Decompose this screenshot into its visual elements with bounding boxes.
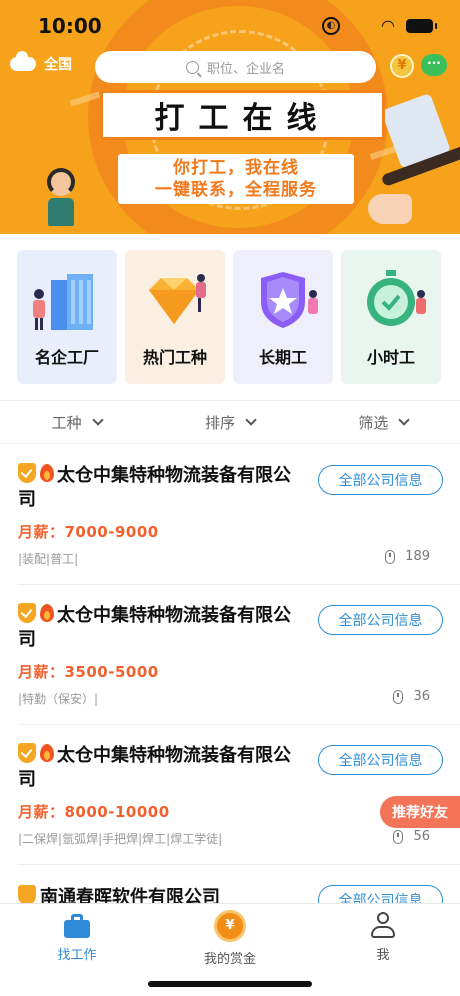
- view-count: 56: [413, 829, 430, 844]
- job-salary: 月薪：3500-5000: [18, 663, 159, 681]
- tab-my-bounty[interactable]: ¥ 我的赏金: [180, 910, 280, 967]
- job-tags: |特勤（保安）|: [18, 692, 99, 706]
- mouse-icon: [393, 689, 404, 704]
- category-label: 名企工厂: [34, 348, 99, 367]
- chevron-down-icon: [398, 413, 410, 426]
- view-count: 36: [413, 689, 430, 704]
- home-indicator: [148, 981, 312, 987]
- status-time: 10:00: [38, 14, 102, 38]
- verified-shield-icon: [18, 463, 36, 483]
- briefcase-icon: [64, 912, 90, 940]
- shield-star-icon: [261, 272, 318, 328]
- job-company: 太仓中集特种物流装备有限公司: [18, 463, 308, 512]
- chat-icon[interactable]: ···: [421, 54, 447, 76]
- job-views: 36: [393, 689, 430, 704]
- category-label: 热门工种: [142, 348, 207, 367]
- category-label: 小时工: [366, 348, 415, 367]
- tab-find-work[interactable]: 找工作: [27, 912, 127, 963]
- company-name: 太仓中集特种物流装备有限公司: [18, 605, 291, 650]
- search-placeholder: 职位、企业名: [206, 61, 285, 77]
- banner-subtitle: 你打工，我在线 一键联系，全程服务: [118, 154, 354, 204]
- job-card[interactable]: 太仓中集特种物流装备有限公司 全部公司信息 月薪：8000-10000 |二保焊…: [0, 725, 460, 865]
- status-bar: 10:00 ◐ ◠: [0, 10, 460, 40]
- mouse-icon: [393, 829, 404, 844]
- job-card[interactable]: 南通春晖软件有限公司 全部公司信息: [0, 865, 460, 905]
- filter-job-type[interactable]: 工种: [0, 401, 153, 443]
- company-name: 太仓中集特种物流装备有限公司: [18, 745, 291, 790]
- hot-fire-icon: [40, 604, 54, 622]
- verified-shield-icon: [18, 743, 36, 763]
- mouse-icon: [385, 549, 396, 564]
- user-icon: [370, 912, 396, 940]
- category-label: 长期工: [258, 348, 307, 367]
- hammer-illustration: [380, 92, 460, 196]
- city-selector[interactable]: 全国: [10, 51, 72, 74]
- stopwatch-icon: [367, 270, 426, 326]
- money-bag-icon: ¥: [214, 910, 246, 942]
- coin-icon[interactable]: ¥: [390, 54, 414, 78]
- job-salary: 月薪：7000-9000: [18, 523, 159, 541]
- company-info-button[interactable]: 全部公司信息: [318, 465, 443, 495]
- category-famous-factory[interactable]: 名企工厂: [17, 250, 117, 384]
- banner-subtitle-line1: 你打工，我在线: [173, 158, 299, 178]
- job-views: 56: [393, 829, 430, 844]
- factory-building-icon: [33, 274, 93, 330]
- job-tags: |二保焊|氩弧焊|手把焊|焊工|焊工学徒|: [18, 832, 223, 846]
- category-grid: 名企工厂 热门工种 长期工 小时工: [17, 250, 443, 384]
- filter-screen[interactable]: 筛选: [307, 401, 460, 443]
- job-company: 太仓中集特种物流装备有限公司: [18, 743, 308, 792]
- filter-label: 筛选: [358, 413, 389, 432]
- hero-banner[interactable]: 10:00 ◐ ◠ 全国 职位、企业名 ¥ ··· 打工在线 你打工，我在线 一…: [0, 0, 460, 234]
- job-salary: 月薪：8000-10000: [18, 803, 170, 821]
- verified-shield-icon: [18, 603, 36, 623]
- job-company: 太仓中集特种物流装备有限公司: [18, 603, 308, 652]
- banner-title: 打工在线: [100, 90, 385, 140]
- diamond-icon: [149, 274, 206, 324]
- hot-fire-icon: [40, 464, 54, 482]
- city-label: 全国: [44, 57, 72, 73]
- search-icon: [185, 60, 199, 74]
- tab-label: 找工作: [57, 948, 97, 963]
- screen-record-icon: ◐: [322, 17, 340, 35]
- company-info-button[interactable]: 全部公司信息: [318, 885, 443, 905]
- tab-me[interactable]: 我: [333, 912, 433, 963]
- job-card[interactable]: 太仓中集特种物流装备有限公司 全部公司信息 月薪：3500-5000 |特勤（保…: [0, 585, 460, 725]
- banner-worker-illustration: [44, 168, 78, 228]
- filter-bar: 工种 排序 筛选: [0, 400, 460, 444]
- hand-illustration: [368, 194, 412, 224]
- view-count: 189: [405, 549, 430, 564]
- chevron-down-icon: [245, 413, 257, 426]
- battery-icon: [406, 19, 437, 33]
- tab-label: 我: [376, 948, 390, 963]
- job-card[interactable]: 太仓中集特种物流装备有限公司 全部公司信息 月薪：7000-9000 |装配|普…: [0, 445, 460, 585]
- category-long-term[interactable]: 长期工: [233, 250, 333, 384]
- category-hot-jobs[interactable]: 热门工种: [125, 250, 225, 384]
- recommend-friend-button[interactable]: 推荐好友: [380, 796, 460, 828]
- company-info-button[interactable]: 全部公司信息: [318, 605, 443, 635]
- job-company: 南通春晖软件有限公司: [18, 883, 220, 905]
- tab-label: 我的赏金: [203, 952, 256, 967]
- filter-label: 排序: [204, 413, 235, 432]
- hot-fire-icon: [40, 744, 54, 762]
- chevron-down-icon: [92, 413, 104, 426]
- job-views: 189: [385, 549, 430, 564]
- wifi-icon: ◠: [381, 16, 395, 35]
- job-tags: |装配|普工|: [18, 552, 79, 566]
- filter-label: 工种: [51, 413, 82, 432]
- filter-sort[interactable]: 排序: [153, 401, 306, 443]
- company-name: 太仓中集特种物流装备有限公司: [18, 465, 291, 510]
- verified-shield-icon: [18, 885, 36, 905]
- banner-subtitle-line2: 一键联系，全程服务: [155, 180, 317, 200]
- company-info-button[interactable]: 全部公司信息: [318, 745, 443, 775]
- search-input[interactable]: 职位、企业名: [95, 51, 376, 83]
- category-hourly[interactable]: 小时工: [341, 250, 441, 384]
- cloud-icon: [10, 51, 36, 71]
